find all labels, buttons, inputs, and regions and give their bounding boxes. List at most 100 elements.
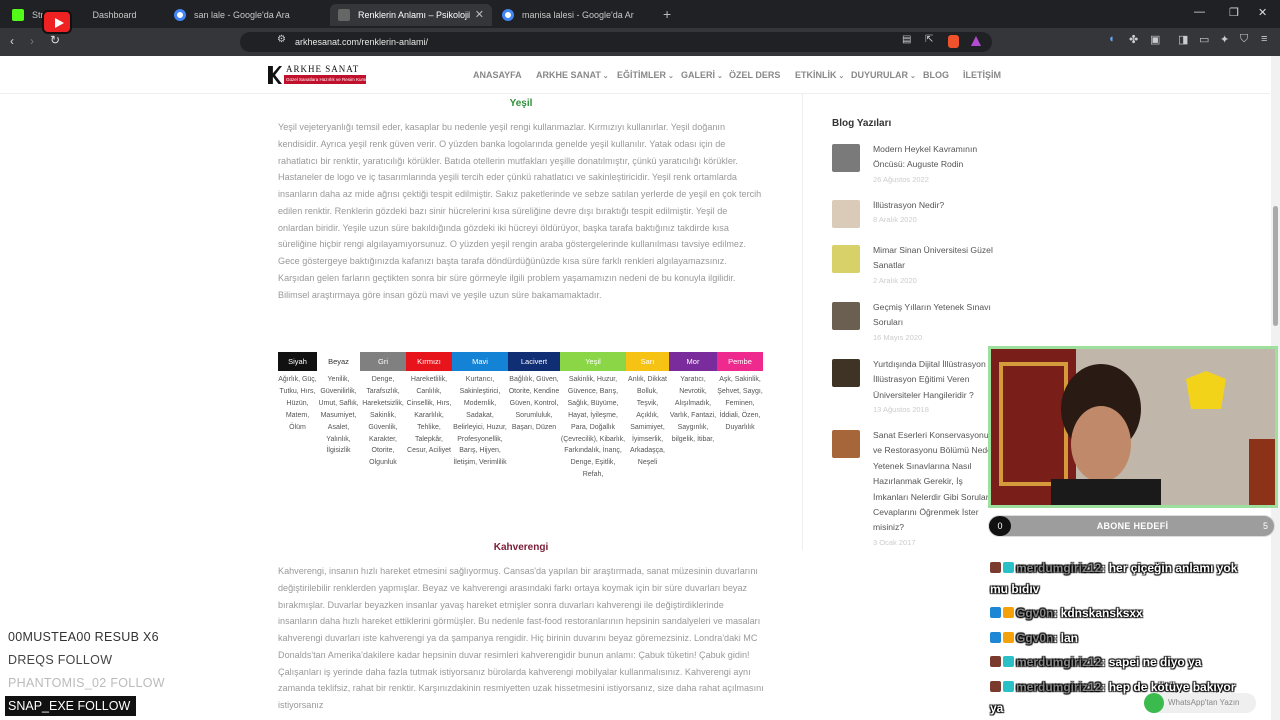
minimize-icon[interactable]: — — [1194, 6, 1205, 18]
whatsapp-button[interactable]: WhatsApp'tan Yazın — [1144, 693, 1256, 713]
color-meanings: Anlık, Dikkat Bolluk, Teşvik, Açıklık, S… — [628, 376, 667, 467]
chat-message: merdumgiriz12: her çiçeğin anlamı yok mu… — [990, 558, 1250, 600]
color-header: Siyah — [278, 352, 317, 371]
wallet-icon[interactable]: ▭ — [1199, 33, 1209, 46]
chat-username: merdumgiriz12 — [1016, 561, 1102, 575]
post-thumbnail[interactable] — [832, 144, 860, 172]
color-header: Pembe — [717, 352, 763, 371]
arkhe-sanat-logo[interactable]: ARKHE SANAT Güzel Sanatlara Hazırlık ve … — [268, 64, 366, 86]
sidebar-icon[interactable]: ◨ — [1178, 33, 1188, 46]
chat-username: merdumgiriz12 — [1016, 655, 1102, 669]
color-header: Gri — [360, 352, 406, 371]
menu-item-label: ÖZEL DERS — [729, 70, 781, 80]
chat-text: : sapei ne diyo ya — [1101, 655, 1202, 669]
post-title-link[interactable]: Yurtdışında Dijital İllüstrasyon ve İllü… — [873, 357, 999, 403]
tab-label: manisa lalesi - Google'da Ara — [522, 10, 634, 20]
face-shape — [1071, 406, 1131, 482]
kick-icon — [12, 9, 24, 21]
extensions-icon[interactable]: ✤ — [1129, 33, 1138, 46]
tab-dashboard[interactable]: Stre Dashboard — [4, 4, 164, 26]
color-header: Beyaz — [317, 352, 360, 371]
green-paragraph: Yeşil vejeteryanlığı temsil eder, kasapl… — [278, 122, 762, 300]
chat-message: Ggv0n: lan — [990, 628, 1250, 649]
youtube-icon — [42, 10, 72, 34]
leo-ai-icon[interactable]: ✦ — [1220, 33, 1229, 46]
badge-icon — [1003, 607, 1014, 618]
color-header: Kırmızı — [406, 352, 452, 371]
brave-rewards-icon[interactable] — [971, 36, 981, 46]
post-date: 2 Aralık 2020 — [873, 276, 917, 285]
color-meanings: Bağlılık, Güven, Otorite, Kendine Güven,… — [508, 376, 560, 431]
tab-renklerin-anlami[interactable]: Renklerin Anlamı – Psikolojik ve ✕ — [330, 4, 492, 26]
menu-icon[interactable]: ≡ — [1261, 33, 1267, 45]
post-title-link[interactable]: Sanat Eserleri Konservasyonu ve Restoras… — [873, 428, 999, 536]
post-title-link[interactable]: Geçmiş Yılların Yetenek Sınavı Soruları — [873, 300, 999, 331]
tab-manisa-lalesi[interactable]: manisa lalesi - Google'da Ara — [494, 4, 654, 26]
logo-name: ARKHE SANAT — [286, 64, 360, 74]
brown-heading: Kahverengi — [493, 542, 549, 553]
color-meanings: Yaratıcı, Nevrotik, Alışılmadık, Varlık,… — [669, 376, 717, 443]
color-column: Kırmızı Hareketlilik, Canlılık, Cinsellik… — [406, 352, 452, 502]
chat-username: Ggv0n — [1016, 631, 1054, 645]
url-text[interactable]: arkhesanat.com/renklerin-anlami/ — [295, 37, 428, 47]
menu-item[interactable]: DUYURULAR ⌄ — [851, 70, 916, 80]
menu-item[interactable]: İLETİŞİM — [963, 70, 1001, 80]
menu-item[interactable]: GALERİ ⌄ — [681, 70, 723, 80]
tab-sublabel: Dashboard — [92, 10, 137, 20]
close-tab-icon[interactable]: ✕ — [475, 8, 484, 21]
reader-icon[interactable]: ▤ — [902, 34, 911, 45]
new-tab-button[interactable]: + — [663, 6, 671, 22]
menu-item[interactable]: ÖZEL DERS — [729, 70, 780, 80]
badge-icon — [1003, 681, 1014, 692]
post-date: 16 Mayıs 2020 — [873, 333, 923, 342]
post-title-link[interactable]: Mimar Sinan Üniversitesi Güzel Sanatlar — [873, 243, 999, 274]
reload-icon[interactable]: ↻ — [50, 33, 60, 47]
event-item: PHANTOMIS_02 FOLLOW — [8, 676, 165, 690]
post-title-link[interactable]: Modern Heykel Kavramının Öncüsü: Auguste… — [873, 142, 999, 173]
menu-item-label: ANASAYFA — [473, 70, 522, 80]
chat-message: merdumgiriz12: sapei ne diyo ya — [990, 652, 1250, 673]
translate-icon[interactable]: ◖ — [1108, 33, 1115, 45]
menu-item[interactable]: ETKİNLİK ⌄ — [795, 70, 844, 80]
screenshot-icon[interactable]: ▣ — [1150, 33, 1160, 46]
color-meanings: Sakinlik, Huzur, Güvence, Barış, Sağlık,… — [560, 376, 626, 479]
tab-san-lale[interactable]: san lale - Google'da Ara — [166, 4, 326, 26]
shirt-shape — [1051, 479, 1161, 505]
menu-item[interactable]: BLOG — [923, 70, 949, 80]
menu-item-label: EĞİTİMLER — [617, 70, 666, 80]
menu-item[interactable]: ANASAYFA — [473, 70, 522, 80]
post-thumbnail[interactable] — [832, 245, 860, 273]
scrollbar-thumb[interactable] — [1273, 206, 1278, 326]
color-header: Mor — [669, 352, 717, 371]
maximize-icon[interactable]: ❐ — [1229, 6, 1239, 19]
vpn-shield-icon[interactable]: ⛉ — [1240, 33, 1248, 46]
menu-item-label: ARKHE SANAT — [536, 70, 601, 80]
follow-alert: SNAP_EXE FOLLOW — [5, 696, 136, 716]
post-thumbnail[interactable] — [832, 302, 860, 330]
site-info-icon[interactable]: ⚙ — [277, 34, 286, 45]
back-icon[interactable]: ‹ — [10, 34, 14, 48]
logo-subtitle: Güzel Sanatlara Hazırlık ve Resim Kursu — [284, 75, 366, 84]
chevron-down-icon: ⌄ — [715, 73, 723, 80]
sidebar-divider — [802, 94, 803, 550]
chevron-down-icon: ⌄ — [836, 73, 845, 80]
post-title-link[interactable]: İllüstrasyon Nedir? — [873, 198, 999, 213]
subscriber-goal-bar: 0 ABONE HEDEFİ 5 — [988, 515, 1275, 537]
post-thumbnail[interactable] — [832, 430, 860, 458]
close-window-icon[interactable]: ✕ — [1258, 6, 1267, 19]
chevron-down-icon: ⌄ — [666, 73, 674, 80]
goal-target: 5 — [1262, 521, 1268, 531]
color-header: Yeşil — [560, 352, 626, 371]
post-thumbnail[interactable] — [832, 200, 860, 228]
logo-mark-icon — [268, 66, 282, 84]
menu-item-label: ETKİNLİK — [795, 70, 837, 80]
chevron-down-icon: ⌄ — [908, 73, 916, 80]
share-icon[interactable]: ⇱ — [925, 34, 933, 45]
brave-shields-icon[interactable] — [948, 35, 959, 48]
color-column: Mor Yaratıcı, Nevrotik, Alışılmadık, Varl… — [669, 352, 717, 502]
chat-message: Ggv0n: kdnskansksxx — [990, 603, 1250, 624]
menu-item[interactable]: EĞİTİMLER ⌄ — [617, 70, 674, 80]
post-thumbnail[interactable] — [832, 359, 860, 387]
forward-icon[interactable]: › — [30, 34, 34, 48]
menu-item[interactable]: ARKHE SANAT ⌄ — [536, 70, 609, 80]
